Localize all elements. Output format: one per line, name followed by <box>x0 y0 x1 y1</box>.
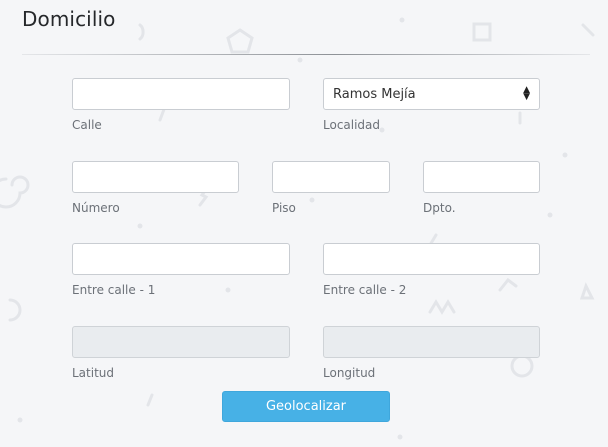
calle-label: Calle <box>72 118 102 132</box>
geolocalizar-button[interactable]: Geolocalizar <box>222 391 390 422</box>
calle-group: Calle <box>72 78 290 132</box>
spiral-shape <box>0 175 30 209</box>
zigzag-shape <box>428 299 456 315</box>
entre-calle-1-label: Entre calle - 1 <box>72 283 156 297</box>
dpto-input[interactable] <box>423 161 540 193</box>
stroke-shape-3 <box>146 393 154 407</box>
localidad-label: Localidad <box>323 118 381 132</box>
localidad-select[interactable]: Ramos Mejía ▲ ▼ <box>323 78 540 110</box>
entre-calle-2-label: Entre calle - 2 <box>323 283 407 297</box>
entre-calle-2-input[interactable] <box>323 243 540 275</box>
piso-group: Piso <box>272 161 390 215</box>
latitud-input <box>72 326 290 358</box>
numero-group: Número <box>72 161 239 215</box>
numero-input[interactable] <box>72 161 239 193</box>
localidad-selected-value: Ramos Mejía <box>333 86 416 102</box>
piso-input[interactable] <box>272 161 390 193</box>
localidad-group: Ramos Mejía ▲ ▼ Localidad <box>323 78 540 132</box>
square-shape <box>472 22 492 42</box>
pentagon-shape <box>226 28 254 54</box>
arc-shape <box>138 23 145 41</box>
entre-calle-1-input[interactable] <box>72 243 290 275</box>
calle-input[interactable] <box>72 78 290 110</box>
section-title: Domicilio <box>22 7 116 31</box>
longitud-group: Longitud <box>323 326 540 380</box>
numero-label: Número <box>72 201 120 215</box>
arc-shape-2 <box>8 298 22 322</box>
piso-label: Piso <box>272 201 296 215</box>
entre-calle-1-group: Entre calle - 1 <box>72 243 290 297</box>
entre-calle-2-group: Entre calle - 2 <box>323 243 540 297</box>
dpto-label: Dpto. <box>423 201 456 215</box>
latitud-label: Latitud <box>72 366 115 380</box>
longitud-input <box>323 326 540 358</box>
latitud-group: Latitud <box>72 326 290 380</box>
dpto-group: Dpto. <box>423 161 540 215</box>
title-divider <box>22 54 590 55</box>
sort-arrows-icon: ▲ ▼ <box>523 85 530 102</box>
triangle-shape <box>579 282 595 300</box>
stroke-shape-5 <box>581 23 595 37</box>
longitud-label: Longitud <box>323 366 376 380</box>
